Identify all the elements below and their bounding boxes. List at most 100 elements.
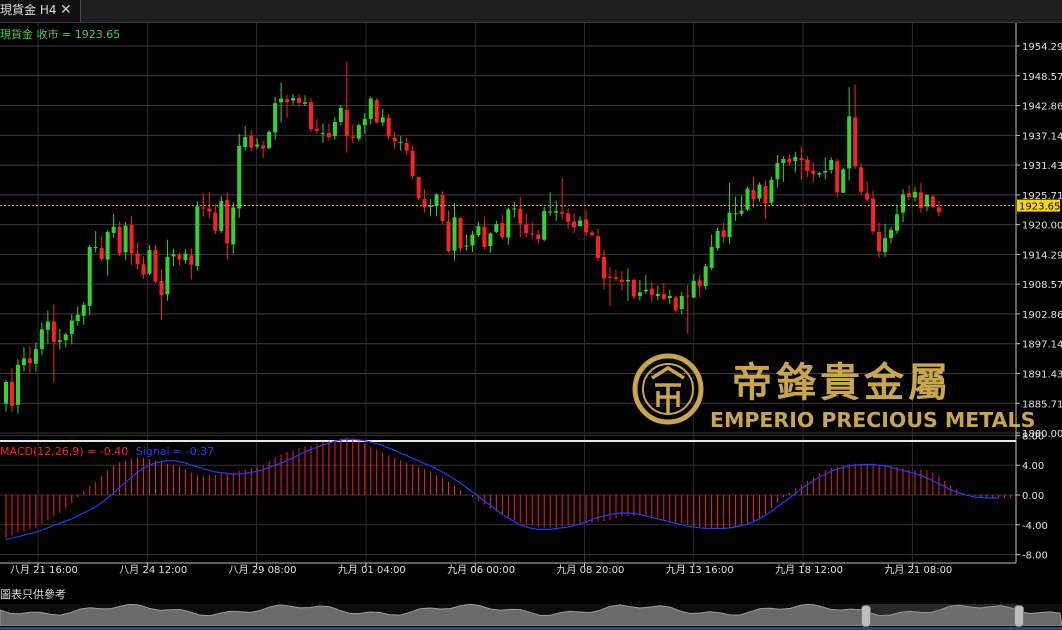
candle-body-down [350, 136, 355, 139]
candle-body-up [338, 107, 343, 123]
candle-body-down [590, 232, 595, 236]
candle-body-up [488, 233, 493, 246]
candle-body-up [679, 295, 684, 310]
candle-body-up [781, 158, 786, 164]
candle-body-up [255, 144, 260, 147]
candle-body-down [835, 161, 840, 193]
price-legend: 現貨金 收市 = 1923.65 [0, 27, 120, 41]
candle-body-down [308, 102, 313, 130]
candle-body-up [464, 245, 469, 247]
candle-body-up [195, 206, 200, 266]
candle-body-down [596, 236, 601, 258]
candle-body-down [799, 157, 804, 161]
candle-body-down [613, 277, 618, 279]
candle-body-up [470, 234, 475, 246]
chart-tab-bar: 現貨金 H4 ✕ [0, 0, 1062, 23]
candle-body-up [105, 231, 110, 260]
candle-body-down [51, 321, 56, 342]
candle-body-down [530, 233, 535, 235]
candle-body-down [261, 145, 266, 149]
navigator-overview [0, 604, 1062, 626]
candle-body-down [685, 295, 690, 297]
candle-body-up [703, 266, 708, 287]
price-tick-label: 1908.57 [1022, 280, 1062, 291]
candle-body-up [889, 229, 894, 239]
candle-body-up [171, 254, 176, 257]
close-tab-icon[interactable]: ✕ [60, 0, 72, 21]
candle-body-up [901, 194, 905, 213]
candle-body-down [117, 226, 122, 254]
navigator-window[interactable] [866, 604, 1018, 626]
candle-body-down [906, 193, 911, 198]
candle-body-up [739, 210, 744, 214]
navigator-right-handle[interactable] [1014, 605, 1024, 627]
price-tick-label: 1920.00 [1022, 221, 1062, 232]
candle-body-down [153, 249, 158, 282]
candle-body-down [297, 98, 302, 103]
candle-body-up [380, 117, 385, 123]
candle-body-up [231, 207, 236, 245]
candle-body-up [655, 293, 660, 296]
time-tick-label: 八月 21 16:00 [10, 564, 78, 576]
price-tick-label: 1931.43 [1022, 161, 1062, 172]
candle-body-down [99, 248, 104, 260]
candle-body-down [566, 213, 571, 223]
candle-body-down [721, 230, 726, 238]
candle-body-up [39, 329, 44, 350]
macd-tick-label: 8.00 [1022, 431, 1044, 442]
candle-body-up [733, 213, 738, 215]
candle-body-up [111, 226, 116, 233]
candle-body-down [177, 254, 182, 260]
candle-body-down [314, 128, 319, 131]
candle-body-up [368, 98, 373, 119]
chart-tab[interactable]: 現貨金 H4 ✕ [0, 0, 81, 22]
macd-tick-label: -4.00 [1022, 521, 1048, 532]
candle-body-up [883, 238, 888, 253]
candle-body-down [344, 110, 349, 137]
candle-body-up [273, 103, 278, 133]
candle-body-up [332, 122, 337, 137]
candle-body-down [584, 219, 589, 233]
candle-body-up [243, 137, 248, 148]
candle-body-up [667, 295, 672, 299]
watermark-chinese: 帝鋒貴金屬 [732, 359, 952, 406]
time-tick-label: 九月 08 20:00 [557, 564, 625, 576]
candle-body-up [147, 250, 152, 274]
price-tick-label: 1942.86 [1022, 102, 1062, 113]
candle-body-down [249, 136, 254, 148]
navigator-left-handle[interactable] [861, 605, 871, 627]
candle-body-up [4, 381, 8, 404]
candle-body-down [877, 231, 882, 252]
candle-body-down [213, 212, 218, 231]
candle-body-down [189, 255, 194, 265]
candle-body-down [805, 159, 810, 171]
candle-body-down [673, 297, 678, 311]
candle-body-down [207, 208, 212, 212]
candle-body-up [303, 102, 307, 104]
candle-body-down [811, 170, 816, 175]
candle-body-up [63, 334, 68, 341]
navigator-scrollbar[interactable] [0, 604, 1062, 627]
time-tick-label: 九月 18 12:00 [775, 564, 843, 576]
candle-body-down [607, 276, 612, 278]
candle-body-up [320, 132, 325, 134]
candle-body-up [793, 156, 798, 162]
candle-body-up [769, 179, 774, 203]
candle-body-up [452, 217, 457, 251]
candle-body-down [374, 100, 379, 123]
candle-body-up [691, 280, 696, 298]
macd-legend: MACD(12,26,9) = -0.40 Signal = -0.37 [0, 445, 214, 458]
candle-body-up [123, 225, 128, 253]
current-price-label: 1923.65 [1019, 202, 1060, 213]
candle-body-down [560, 212, 565, 214]
candle-body-up [69, 320, 74, 335]
time-tick-label: 八月 24 12:00 [119, 564, 187, 576]
candle-body-down [404, 142, 409, 151]
candle-body-up [87, 247, 92, 306]
price-chart[interactable]: 帝鋒貴金屬 EMPERIO PRECIOUS METALS 1954.29 194… [0, 23, 1062, 588]
time-tick-label: 九月 13 16:00 [666, 564, 734, 576]
candle-body-up [841, 169, 846, 193]
candle-body-up [829, 160, 834, 170]
candle-body-up [775, 163, 780, 180]
candle-body-down [865, 193, 870, 200]
